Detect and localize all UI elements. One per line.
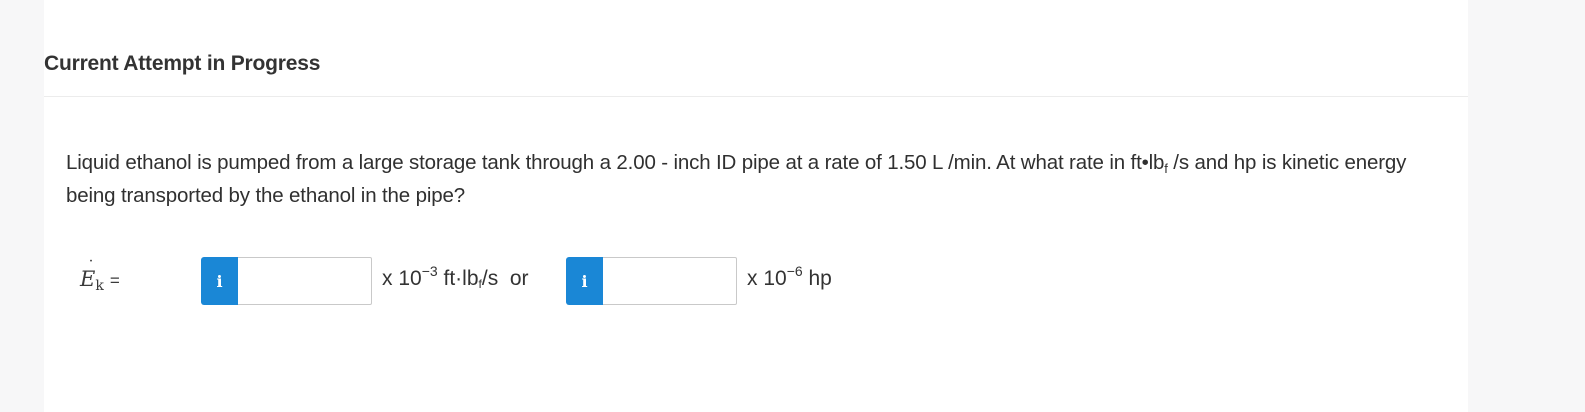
- label-equals: =: [109, 271, 120, 290]
- question-text: Liquid ethanol is pumped from a large st…: [66, 146, 1446, 212]
- page-title: Current Attempt in Progress: [44, 52, 321, 75]
- unit2-suffix: hp: [802, 267, 832, 290]
- kinetic-energy-rate-label: ˙ Ek =: [80, 257, 120, 294]
- answer-input-ftlbf[interactable]: [238, 257, 372, 305]
- unit2-prefix: x 10: [747, 267, 787, 290]
- rate-dot-mark: ˙: [87, 257, 95, 276]
- unit2-exponent: −6: [786, 263, 803, 279]
- unit1-prefix: x 10: [382, 267, 422, 290]
- info-button-2[interactable]: i: [566, 257, 603, 305]
- unit1-suffix: /s or: [481, 267, 529, 290]
- unit-label-ftlbf: x 10−3 ft·lbf/s or: [382, 264, 529, 291]
- info-icon: i: [581, 271, 588, 291]
- answer-row: ˙ Ek = i x 10−3 ft·lbf/s or i x 10−6 hp: [80, 257, 980, 305]
- info-icon: i: [216, 271, 223, 291]
- unit1-exponent: −3: [421, 263, 438, 279]
- attempt-header: Current Attempt in Progress: [44, 50, 1468, 97]
- label-subscript: k: [95, 278, 104, 294]
- info-button-1[interactable]: i: [201, 257, 238, 305]
- right-gutter: [1468, 0, 1585, 412]
- answer-input-hp[interactable]: [603, 257, 737, 305]
- question-panel: Current Attempt in Progress Liquid ethan…: [44, 0, 1468, 412]
- unit-label-hp: x 10−6 hp: [747, 264, 832, 291]
- unit1-main: ft·lb: [437, 267, 479, 290]
- question-text-part1: Liquid ethanol is pumped from a large st…: [66, 151, 1165, 174]
